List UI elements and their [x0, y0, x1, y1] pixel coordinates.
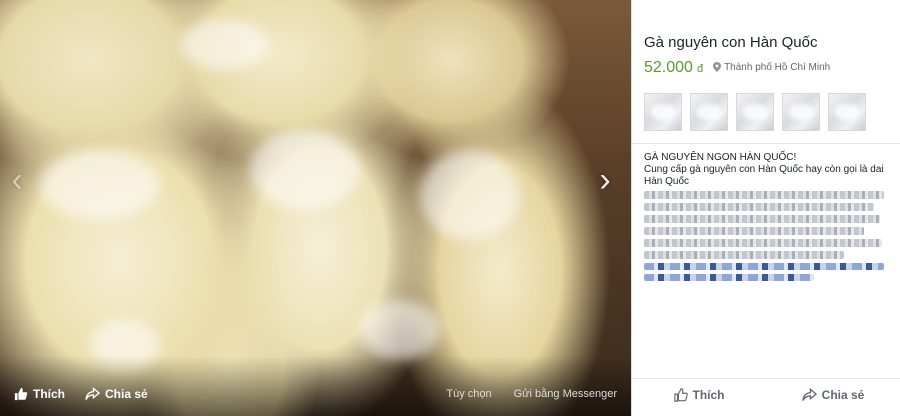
- thumbnail-strip: [644, 93, 874, 131]
- panel-action-bar: Thích Chia sẻ: [632, 380, 900, 410]
- description-heading: GÀ NGUYÊN NGON HÀN QUỐC!: [644, 152, 797, 163]
- listing-price: 52.000: [644, 59, 693, 76]
- viewer-action-bar: Thích Chia sẻ Tùy chọn Gửi bằng Messenge…: [0, 372, 631, 416]
- blurred-hashtags[interactable]: [644, 274, 814, 281]
- photo-thumbnail[interactable]: [782, 93, 820, 131]
- thumb-divider: [632, 143, 900, 144]
- photo-thumbnail[interactable]: [736, 93, 774, 131]
- blurred-hashtags[interactable]: [644, 263, 884, 270]
- viewer-like-button[interactable]: Thích: [14, 387, 65, 401]
- photo-viewer: ‹ › Thích Chia sẻ Tùy chọn Gửi bằng Mess…: [0, 0, 631, 416]
- share-arrow-icon: [801, 388, 817, 401]
- blurred-text: [644, 239, 882, 247]
- thumbs-up-icon: [14, 387, 28, 401]
- blurred-text: [644, 251, 844, 259]
- panel-like-button[interactable]: Thích: [632, 388, 766, 402]
- location-pin-icon: [713, 62, 722, 72]
- blurred-text: [644, 191, 884, 199]
- thumbs-up-icon: [673, 388, 688, 402]
- listing-location[interactable]: Thành phố Hồ Chí Minh: [713, 62, 830, 73]
- listing-panel: Gà nguyên con Hàn Quốc 52.000 đ Thành ph…: [631, 0, 900, 416]
- blurred-text: [644, 203, 874, 211]
- share-arrow-icon: [85, 387, 100, 400]
- viewer-like-label: Thích: [33, 387, 65, 401]
- price-row: 52.000 đ Thành phố Hồ Chí Minh: [644, 59, 830, 77]
- product-photo: [0, 0, 631, 416]
- viewer-share-button[interactable]: Chia sẻ: [85, 387, 148, 401]
- options-link[interactable]: Tùy chọn: [446, 388, 491, 400]
- photo-thumbnail[interactable]: [828, 93, 866, 131]
- photo-thumbnail[interactable]: [690, 93, 728, 131]
- listing-description: GÀ NGUYÊN NGON HÀN QUỐC! Cung cấp gà ngu…: [644, 152, 892, 285]
- panel-like-label: Thích: [692, 388, 725, 402]
- description-line: Cung cấp gà nguyên con Hàn Quốc hay còn …: [644, 164, 884, 187]
- viewer-right-links: Tùy chọn Gửi bằng Messenger: [424, 388, 617, 400]
- next-photo-button[interactable]: ›: [590, 160, 620, 200]
- listing-title: Gà nguyên con Hàn Quốc: [644, 34, 818, 51]
- location-label: Thành phố Hồ Chí Minh: [724, 61, 831, 73]
- actions-divider: [632, 378, 900, 379]
- viewer-share-label: Chia sẻ: [105, 387, 148, 401]
- previous-photo-button[interactable]: ‹: [2, 160, 32, 200]
- send-messenger-link[interactable]: Gửi bằng Messenger: [514, 388, 617, 400]
- blurred-text: [644, 215, 880, 223]
- panel-share-label: Chia sẻ: [821, 388, 865, 402]
- currency-symbol: đ: [696, 63, 704, 75]
- panel-share-button[interactable]: Chia sẻ: [766, 388, 900, 402]
- blurred-text: [644, 227, 864, 235]
- photo-thumbnail[interactable]: [644, 93, 682, 131]
